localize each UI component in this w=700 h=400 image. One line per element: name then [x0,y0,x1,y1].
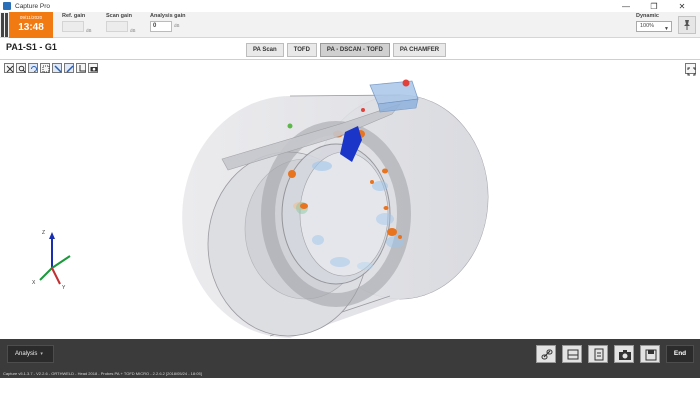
battery-2-icon [5,13,8,37]
save-button[interactable] [640,345,660,363]
app-icon [3,2,11,10]
analysis-gain-input[interactable]: 0 [150,21,172,32]
pin-button[interactable] [678,16,696,34]
analysis-gain-label: Analysis gain [150,13,186,19]
end-button[interactable]: End [666,345,694,363]
close-icon: ✕ [678,1,686,11]
link-button[interactable] [536,345,556,363]
3d-view[interactable]: Z X Y [0,74,700,339]
ref-gain-unit: dB [86,28,92,33]
analysis-gain-group: Analysis gain 0 dB [150,13,185,32]
clock: 09/11/2020 13:48 [9,12,53,38]
window-title: Capture Pro [15,2,51,10]
maximize-button[interactable]: ❐ [640,0,668,12]
rotate-icon[interactable] [28,63,38,73]
header-bar: 09/11/2020 13:48 Ref. gain dB Scan gain … [0,12,700,38]
status-text: Capture v5.1.3.7 - V2.2.6 - ORTHWELD - H… [3,371,202,376]
view-toolbar [4,63,98,73]
analysis-button[interactable]: Analysis ▾ [7,345,54,363]
link-icon [541,349,553,360]
scan-gain-unit: dB [130,28,136,33]
tab-tofd[interactable]: TOFD [286,43,317,57]
crop-icon[interactable] [76,63,86,73]
axis-gizmo: Z X Y [32,230,71,291]
maximize-icon: ❐ [650,1,658,11]
view-tabs: PA Scan TOFD PA - DSCAN - TOFD PA CHAMFE… [246,43,447,57]
measure-icon[interactable] [64,63,74,73]
snapshot-button[interactable] [614,345,634,363]
layout-button[interactable] [562,345,582,363]
select-icon[interactable] [40,63,50,73]
dynamic-group: Dynamic 100% ▼ [636,13,672,32]
clock-time: 13:48 [18,22,44,33]
tab-pa-dscan-tofd[interactable]: PA - DSCAN - TOFD [319,43,390,57]
pipe-model [182,79,489,338]
analysis-button-label: Analysis [15,351,38,357]
tab-pa-scan[interactable]: PA Scan [246,43,284,57]
scan-gain-input[interactable] [106,21,128,32]
dynamic-label: Dynamic [636,13,659,19]
camera-view-icon[interactable] [88,63,98,73]
report-icon [594,348,604,361]
capture-pro-window: Capture Pro — ❐ ✕ 09/11/2020 13:48 Ref. … [0,0,700,400]
zoom-icon[interactable] [16,63,26,73]
scan-gain-label: Scan gain [106,13,132,19]
ref-gain-label: Ref. gain [62,13,86,19]
layout-icon [567,349,579,360]
dynamic-value: 100% [640,23,655,29]
ref-gain-group: Ref. gain dB [62,13,92,34]
pin-icon [684,20,690,30]
bottom-bar: Analysis ▾ End [0,339,700,370]
expand-view-button[interactable] [685,63,696,76]
pan-icon[interactable] [52,63,62,73]
report-button[interactable] [588,345,608,363]
chevron-down-icon: ▾ [40,351,43,357]
ref-gain-input[interactable] [62,21,84,32]
minimize-button[interactable]: — [612,0,640,12]
tab-pa-chamfer[interactable]: PA CHAMFER [392,43,447,57]
axis-z-label: Z [42,230,45,236]
battery-1-icon [1,13,4,37]
axis-y-label: Y [62,285,66,291]
save-icon [645,349,657,361]
status-bar: Capture v5.1.3.7 - V2.2.6 - ORTHWELD - H… [0,370,700,378]
close-button[interactable]: ✕ [668,0,696,12]
scan-gain-group: Scan gain dB [106,13,136,34]
analysis-gain-unit: dB [174,23,180,28]
view-divider [0,59,700,60]
camera-icon [619,350,631,360]
fit-view-icon[interactable] [4,63,14,73]
axis-x-label: X [32,280,36,286]
dynamic-select[interactable]: 100% ▼ [636,21,672,32]
chevron-down-icon: ▼ [664,26,669,32]
minimize-icon: — [622,1,630,11]
clock-date: 09/11/2020 [19,15,43,20]
view-title: PA1-S1 - G1 [6,42,57,52]
title-bar: Capture Pro — ❐ ✕ [0,0,700,12]
